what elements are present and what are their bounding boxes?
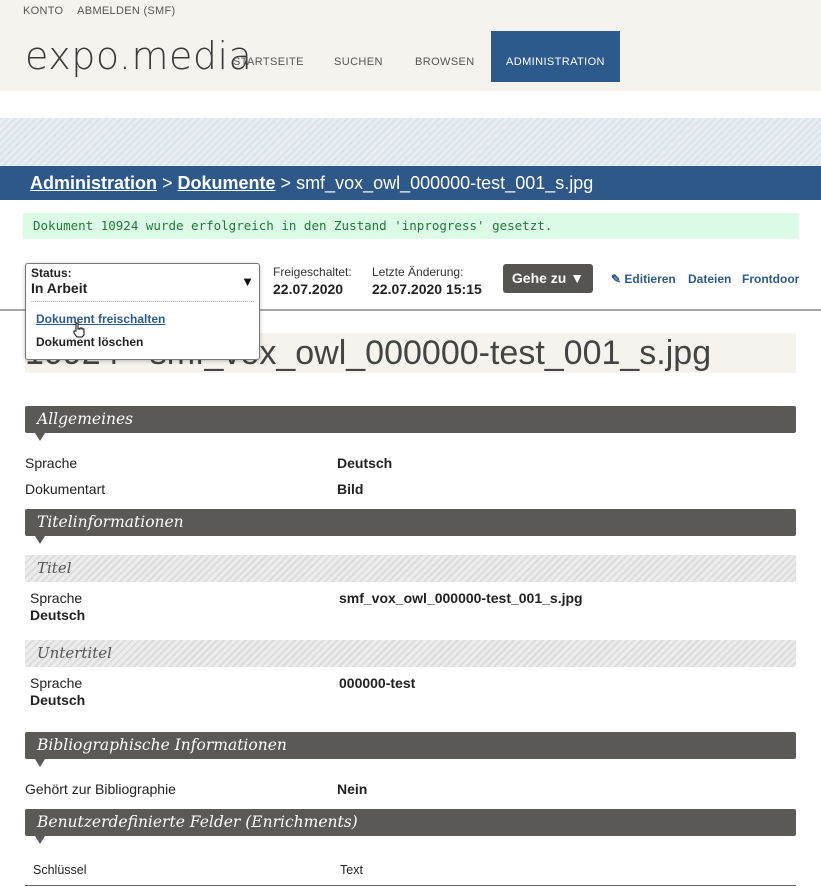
table-divider (25, 885, 796, 886)
subsection-subtitle-header: Untertitel (25, 640, 796, 667)
edit-label: Editieren (624, 272, 676, 286)
published-value: 22.07.2020 (273, 281, 344, 297)
breadcrumb: Administration > Dokumente > smf_vox_owl… (0, 166, 821, 200)
published-label: Freigeschaltet: (273, 265, 352, 279)
goto-button[interactable]: Gehe zu ▼ (503, 264, 593, 293)
success-message: Dokument 10924 wurde erfolgreich in den … (23, 213, 799, 239)
doctype-label: Dokumentart (25, 481, 106, 497)
frontdoor-link[interactable]: Frontdoor (742, 272, 799, 286)
title-language-label: Sprache (30, 590, 83, 606)
changed-value: 22.07.2020 15:15 (372, 281, 482, 297)
published-info: Freigeschaltet: 22.07.2020 (273, 265, 352, 297)
changed-label: Letzte Änderung: (372, 265, 464, 279)
edit-link[interactable]: ✎ Editieren (611, 272, 676, 286)
divider (31, 301, 254, 302)
files-link[interactable]: Dateien (688, 272, 731, 286)
logout-link[interactable]: ABMELDEN (SMF) (77, 5, 175, 17)
title-value: smf_vox_owl_000000-test_001_s.jpg (339, 590, 583, 606)
doctype-value: Bild (337, 481, 364, 497)
subtitle-language-value: Deutsch (30, 692, 86, 708)
subsection-title-header: Titel (25, 555, 796, 582)
account-link[interactable]: KONTO (23, 5, 63, 17)
column-header-key: Schlüssel (33, 863, 87, 877)
title-language-value: Deutsch (30, 607, 86, 623)
section-enrichments-header: Benutzerdefinierte Felder (Enrichments) (25, 809, 796, 844)
bibliography-value: Nein (337, 781, 368, 797)
breadcrumb-current: smf_vox_owl_000000-test_001_s.jpg (296, 173, 594, 193)
section-biblio-header: Bibliographische Informationen (25, 732, 796, 767)
account-links: KONTO ABMELDEN (SMF) (23, 5, 187, 17)
pencil-icon: ✎ (611, 272, 622, 286)
section-titleinfo-header: Titelinformationen (25, 509, 796, 544)
changed-info: Letzte Änderung: 22.07.2020 15:15 (372, 265, 482, 297)
section-general-header: Allgemeines (25, 406, 796, 441)
breadcrumb-separator: > (275, 173, 297, 193)
status-label: Status: (31, 266, 72, 280)
breadcrumb-administration[interactable]: Administration (30, 173, 157, 193)
publish-document-option[interactable]: Dokument freischalten (36, 312, 165, 326)
column-header-text: Text (340, 863, 363, 877)
bibliography-label: Gehört zur Bibliographie (25, 781, 176, 797)
subtitle-value: 000000-test (339, 675, 416, 691)
decorative-band (0, 118, 821, 166)
nav-search[interactable]: SUCHEN (334, 31, 383, 82)
triangle-down-icon[interactable]: ▼ (241, 274, 254, 289)
status-current: In Arbeit (31, 280, 88, 296)
subtitle-language-label: Sprache (30, 675, 83, 691)
hand-pointer-icon (73, 322, 85, 338)
title-language: Sprache Deutsch (30, 590, 85, 624)
nav-home[interactable]: STARTSEITE (233, 31, 304, 82)
language-label: Sprache (25, 455, 78, 471)
nav-administration[interactable]: ADMINISTRATION (491, 31, 620, 82)
subtitle-language: Sprache Deutsch (30, 675, 85, 709)
breadcrumb-separator: > (157, 173, 178, 193)
nav-browse[interactable]: BROWSEN (415, 31, 475, 82)
breadcrumb-documents[interactable]: Dokumente (178, 173, 276, 193)
delete-document-option[interactable]: Dokument löschen (36, 335, 143, 349)
site-header: KONTO ABMELDEN (SMF) expo.media STARTSEI… (0, 0, 821, 91)
language-value: Deutsch (337, 455, 393, 471)
site-logo[interactable]: expo.media (25, 34, 252, 78)
status-dropdown[interactable]: Status: In Arbeit ▼ Dokument freischalte… (25, 263, 260, 360)
